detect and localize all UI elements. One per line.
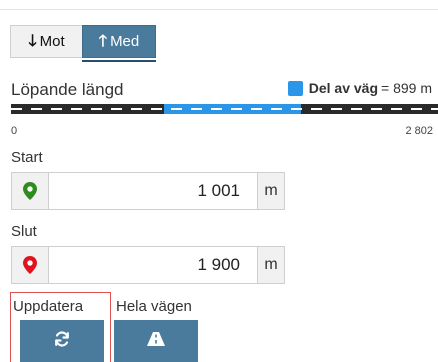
whole-road-button[interactable]: [114, 320, 198, 362]
road-max-label: 2 802: [405, 125, 433, 137]
end-input[interactable]: 1 900: [49, 247, 257, 283]
running-length-title: Löpande längd: [11, 80, 124, 99]
direction-med-button[interactable]: 🡑 Med: [82, 25, 156, 58]
legend: Del av väg = 899 m: [287, 80, 432, 96]
whole-road-caption: Hela vägen: [116, 298, 192, 315]
arrow-up-icon: 🡑: [98, 32, 108, 50]
direction-toggle: 🡓 Mot 🡑 Med: [10, 25, 156, 61]
map-marker-green-icon: [12, 173, 49, 209]
direction-mot-label: Mot: [39, 33, 65, 50]
start-field: 1 001 m: [11, 172, 285, 210]
map-marker-red-icon: [12, 247, 49, 283]
start-label: Start: [11, 149, 43, 166]
road-min-label: 0: [11, 125, 18, 137]
selected-indicator: [82, 60, 156, 62]
start-unit: m: [257, 173, 284, 209]
arrow-down-icon: 🡓: [28, 32, 37, 50]
top-divider: [0, 9, 438, 10]
road-center-line: [11, 108, 438, 110]
start-input[interactable]: 1 001: [49, 173, 257, 209]
end-unit: m: [257, 247, 284, 283]
direction-mot-button[interactable]: 🡓 Mot: [10, 25, 82, 58]
update-caption: Uppdatera: [13, 298, 84, 315]
road-icon: [147, 331, 165, 351]
direction-med-label: Med: [110, 33, 140, 50]
end-field: 1 900 m: [11, 246, 285, 284]
refresh-icon: [53, 330, 71, 353]
legend-value: = 899 m: [381, 80, 432, 96]
end-label: Slut: [11, 223, 37, 240]
update-button[interactable]: [20, 320, 104, 362]
legend-label: Del av väg: [308, 80, 379, 96]
road-bar[interactable]: [11, 104, 438, 114]
legend-swatch: [287, 80, 303, 96]
